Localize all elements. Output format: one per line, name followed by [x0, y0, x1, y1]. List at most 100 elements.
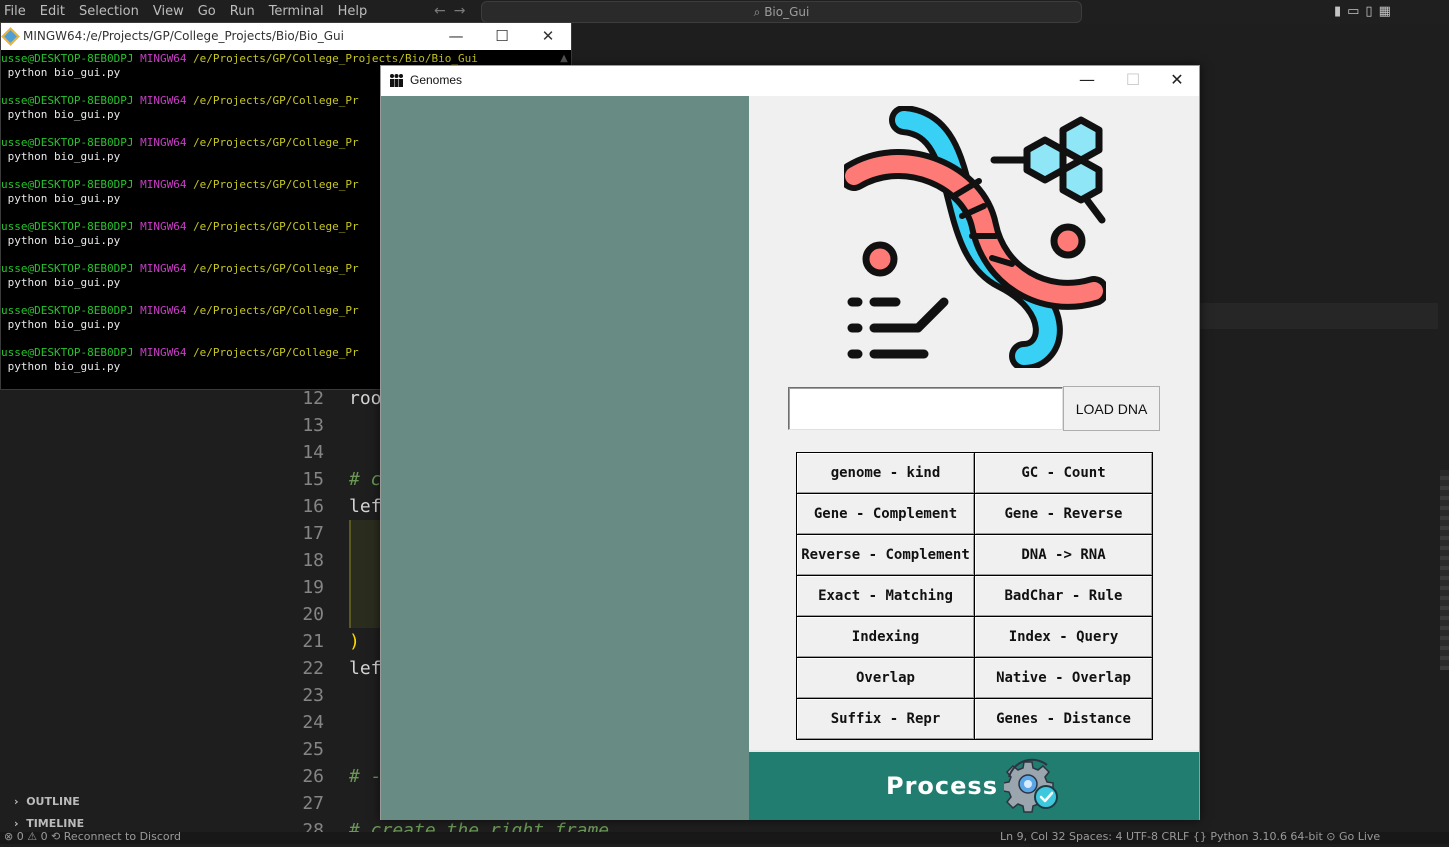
right-frame-panel: LOAD DNA genome - kind GC - Count Gene - C…	[749, 96, 1199, 820]
line-number: 13	[302, 415, 324, 436]
line-number: 17	[302, 523, 324, 544]
menu-item-edit[interactable]: Edit	[40, 4, 65, 19]
gear-check-icon	[1004, 758, 1058, 813]
maximize-icon[interactable]: ☐	[1110, 66, 1156, 96]
op-button-genes-distance[interactable]: Genes - Distance	[975, 699, 1152, 739]
code-text: )	[349, 631, 360, 652]
code-text: lef	[349, 658, 382, 679]
timeline-label: TIMELINE	[26, 817, 85, 830]
maximize-icon[interactable]: ☐	[479, 23, 525, 50]
prompt-host: MINGW64	[140, 262, 187, 275]
minimize-icon[interactable]: —	[433, 23, 479, 50]
op-button-gene-reverse[interactable]: Gene - Reverse	[975, 494, 1152, 534]
prompt-user: usse@DESKTOP-8EB0DPJ	[1, 346, 134, 359]
selection-highlight	[349, 520, 381, 628]
vscode-titlebar: File Edit Selection View Go Run Terminal Help ←…	[0, 0, 1449, 24]
command-text: python bio_gui.py	[7, 150, 121, 163]
status-left[interactable]: ⊗ 0 ⚠ 0 ⟲ Reconnect to Discord	[4, 832, 181, 843]
status-bar: ⊗ 0 ⚠ 0 ⟲ Reconnect to Discord Ln 9, Col…	[0, 832, 1449, 844]
op-button-gene-complement[interactable]: Gene - Complement	[797, 494, 974, 534]
prompt-path: /e/Projects/GP/College_Pr	[193, 136, 359, 149]
line-number: 23	[302, 685, 324, 706]
prompt-user: usse@DESKTOP-8EB0DPJ	[1, 220, 134, 233]
prompt-path: /e/Projects/GP/College_Pr	[193, 178, 359, 191]
line-number: 15	[302, 469, 324, 490]
op-button-reverse-complement[interactable]: Reverse - Complement	[797, 535, 974, 575]
prompt-user: usse@DESKTOP-8EB0DPJ	[1, 262, 134, 275]
op-button-dna-rna[interactable]: DNA -> RNA	[975, 535, 1152, 575]
command-center-search[interactable]: ⌕ Bio_Gui	[481, 1, 1082, 23]
line-number: 22	[302, 658, 324, 679]
line-number: 21	[302, 631, 324, 652]
command-center-label: Bio_Gui	[764, 5, 810, 19]
code-text: lef	[349, 496, 382, 517]
menu-item-help[interactable]: Help	[338, 4, 368, 19]
genomes-window[interactable]: Genomes — ☐ ✕ LOAD DNA genome - kind GC …	[380, 65, 1200, 820]
timeline-section[interactable]: › TIMELINE	[14, 817, 84, 830]
menu-item-terminal[interactable]: Terminal	[269, 4, 324, 19]
menu-item-selection[interactable]: Selection	[79, 4, 139, 19]
nav-arrows-icon[interactable]: ←→	[434, 3, 473, 19]
prompt-host: MINGW64	[140, 94, 187, 107]
layout-toggle-icons[interactable]: ▮▭▯▦	[1334, 4, 1397, 19]
prompt-host: MINGW64	[140, 136, 187, 149]
line-number: 16	[302, 496, 324, 517]
prompt-host: MINGW64	[140, 346, 187, 359]
terminal-prompt-line: usse@DESKTOP-8EB0DPJ MINGW64 /e/Projects…	[1, 52, 571, 66]
menu-item-go[interactable]: Go	[198, 4, 216, 19]
prompt-host: MINGW64	[140, 52, 187, 65]
prompt-user: usse@DESKTOP-8EB0DPJ	[1, 136, 134, 149]
process-label: Process	[886, 772, 998, 800]
minimap[interactable]	[1440, 470, 1449, 670]
command-text: python bio_gui.py	[7, 108, 121, 121]
prompt-host: MINGW64	[140, 178, 187, 191]
op-button-native-overlap[interactable]: Native - Overlap	[975, 658, 1152, 698]
op-button-exact-matching[interactable]: Exact - Matching	[797, 576, 974, 616]
op-button-badchar-rule[interactable]: BadChar - Rule	[975, 576, 1152, 616]
window-title: Genomes	[410, 73, 463, 87]
op-button-index-query[interactable]: Index - Query	[975, 617, 1152, 657]
op-button-genome-kind[interactable]: genome - kind	[797, 453, 974, 493]
prompt-path: /e/Projects/GP/College_Projects/Bio/Bio_…	[193, 52, 478, 65]
outline-label: OUTLINE	[26, 795, 80, 808]
line-number: 25	[302, 739, 324, 760]
op-button-suffix-repr[interactable]: Suffix - Repr	[797, 699, 974, 739]
minimize-icon[interactable]: —	[1064, 66, 1110, 96]
code-text: roo	[349, 388, 382, 409]
close-icon[interactable]: ✕	[1154, 66, 1200, 96]
dna-illustration-icon	[844, 106, 1106, 368]
command-text: python bio_gui.py	[7, 276, 121, 289]
code-text: # c	[349, 469, 382, 490]
tk-feather-icon	[389, 73, 404, 88]
line-number: 27	[302, 793, 324, 814]
prompt-user: usse@DESKTOP-8EB0DPJ	[1, 304, 134, 317]
op-button-indexing[interactable]: Indexing	[797, 617, 974, 657]
genomes-titlebar[interactable]: Genomes — ☐ ✕	[381, 66, 1199, 96]
line-number: 26	[302, 766, 324, 787]
op-button-overlap[interactable]: Overlap	[797, 658, 974, 698]
prompt-path: /e/Projects/GP/College_Pr	[193, 304, 359, 317]
op-button-gc-count[interactable]: GC - Count	[975, 453, 1152, 493]
status-right[interactable]: Ln 9, Col 32 Spaces: 4 UTF-8 CRLF {} Pyt…	[1000, 832, 1380, 843]
line-number: 24	[302, 712, 324, 733]
process-button[interactable]: Process	[749, 750, 1199, 820]
vscode-menu-bar: File Edit Selection View Go Run Terminal Help	[4, 4, 381, 19]
prompt-path: /e/Projects/GP/College_Pr	[193, 220, 359, 233]
dna-input-field[interactable]	[788, 387, 1063, 430]
command-text: python bio_gui.py	[7, 192, 121, 205]
terminal-titlebar[interactable]: MINGW64:/e/Projects/GP/College_Projects/…	[1, 23, 571, 50]
load-dna-button[interactable]: LOAD DNA	[1063, 386, 1160, 431]
prompt-path: /e/Projects/GP/College_Pr	[193, 346, 359, 359]
command-text: python bio_gui.py	[7, 234, 121, 247]
line-number: 19	[302, 577, 324, 598]
prompt-user: usse@DESKTOP-8EB0DPJ	[1, 52, 134, 65]
prompt-user: usse@DESKTOP-8EB0DPJ	[1, 178, 134, 191]
menu-item-file[interactable]: File	[4, 4, 26, 19]
prompt-host: MINGW64	[140, 220, 187, 233]
git-bash-icon	[1, 27, 20, 46]
close-icon[interactable]: ✕	[525, 23, 571, 50]
menu-item-view[interactable]: View	[153, 4, 184, 19]
line-number: 18	[302, 550, 324, 571]
outline-section[interactable]: › OUTLINE	[14, 795, 80, 808]
menu-item-run[interactable]: Run	[230, 4, 255, 19]
